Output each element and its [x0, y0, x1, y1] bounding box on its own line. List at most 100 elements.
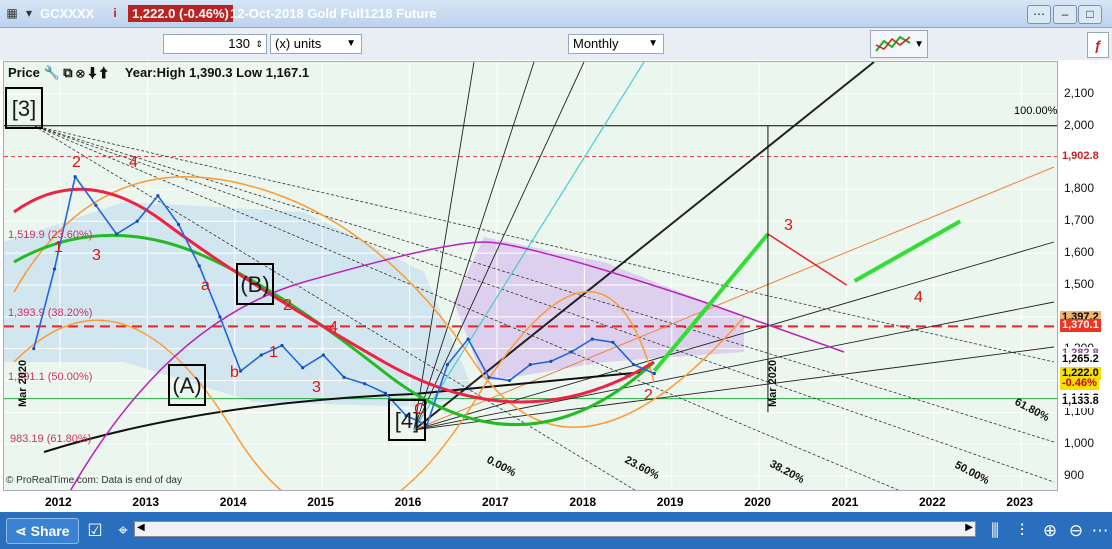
fan-label: 38.20% [768, 458, 807, 486]
price-point [52, 267, 57, 271]
wave-number: 4 [129, 154, 138, 171]
share-label: Share [30, 523, 70, 539]
price-point [383, 391, 388, 395]
x-tick-label: 2015 [307, 495, 334, 509]
price-point [487, 375, 491, 379]
horizontal-scrollbar[interactable]: ◀ ▶ [134, 521, 976, 537]
fib-label: 1,519.9 (23.60%) [8, 229, 92, 241]
projection-arrow-up [853, 219, 962, 283]
fib-label: 983.19 (61.80%) [10, 433, 91, 445]
legend-summary: Year:High 1,390.3 Low 1,167.1 [124, 65, 310, 80]
x-tick-label: 2017 [482, 495, 509, 509]
price-point [611, 340, 615, 344]
projection-arrow-down [767, 233, 848, 286]
more-icon[interactable]: ⋯ [1090, 521, 1110, 541]
fib-label: 1,393.9 (38.20%) [8, 307, 92, 319]
price-point [135, 219, 139, 223]
wave-number: 2 [72, 154, 81, 171]
wave-number: b [230, 364, 239, 381]
interval-value: Monthly [573, 36, 619, 51]
price-point [507, 378, 512, 383]
periods-input[interactable]: 130 ⇕ [163, 34, 267, 54]
chart-style-icon [875, 35, 911, 52]
chart-area[interactable]: [3] [4] (B) (A) 2 4 1 3 a b 2 4 1 3 C 3 4 2 1,519.9 (23.60… [3, 61, 1058, 491]
chart-style-button[interactable]: ▼ [870, 30, 928, 58]
chart-legend: Price 🔧 ⧉ ⊗ ⬇ ⬆ Year:High 1,390.3 Low 1,… [8, 65, 309, 81]
y-tick-label: 1,700 [1064, 213, 1095, 228]
window-titlebar: ▦ ▾ GCXXXX i 1,222.0 (-0.46%) 12-Oct-201… [0, 0, 1112, 28]
price-point [197, 264, 201, 268]
maximize-icon[interactable]: □ [1078, 5, 1102, 24]
y-tick-label: 2,000 [1064, 117, 1095, 132]
x-tick-label: 2012 [45, 495, 72, 509]
price-tag: 1,902.8 [1060, 149, 1101, 163]
x-tick-label: 2023 [1006, 495, 1034, 509]
cursor-icon[interactable]: ⌖ [113, 521, 133, 541]
price-tag: 1,370.1 [1060, 319, 1101, 333]
wave-number: 1 [54, 239, 63, 256]
y-tick-label: 1,500 [1064, 276, 1095, 291]
scroll-left-icon[interactable]: ◀ [137, 522, 145, 533]
price-point [176, 222, 181, 227]
price-point [528, 362, 532, 367]
date-marker-label: Mar 2020 [17, 360, 29, 407]
price-point [259, 353, 263, 357]
price-point [280, 343, 284, 348]
legend-tools-icons[interactable]: 🔧 ⧉ ⊗ ⬇ ⬆ [43, 65, 121, 81]
wave-number: C [414, 401, 426, 418]
info-icon[interactable]: i [108, 6, 122, 20]
price-chart[interactable]: [3][4](B)(A)2 41 3ab2413C3421,519.9 (23.60… [4, 62, 1058, 491]
scroll-right-icon[interactable]: ▶ [965, 522, 973, 533]
wave-label: (B) [240, 272, 269, 297]
bars-icon[interactable]: ⫼ [985, 521, 1005, 541]
fan-label: 61.80% [1013, 396, 1052, 424]
price-point [342, 375, 346, 379]
wave-number: 2 [283, 297, 292, 314]
price-point [363, 382, 367, 386]
price-point [239, 369, 243, 373]
share-button[interactable]: ⋖ Share [6, 518, 79, 544]
zoom-out-icon[interactable]: ⊖ [1066, 521, 1086, 541]
x-tick-label: 2022 [919, 495, 946, 509]
price-point [569, 350, 574, 354]
x-tick-label: 2014 [219, 495, 247, 509]
price-tag: 1,265.2 [1060, 352, 1101, 366]
watermark: © ProRealTime.com: Data is end of day [6, 475, 182, 486]
symbol-label: GCXXXX [40, 6, 95, 21]
candles-icon[interactable]: ⫶ [1012, 521, 1032, 541]
chevron-down-icon: ▼ [648, 38, 658, 49]
units-value: (x) units [275, 36, 322, 51]
wave-number: 3 [92, 247, 101, 264]
zoom-in-icon[interactable]: ⊕ [1040, 521, 1060, 541]
wave-number: a [201, 277, 210, 294]
script-icon[interactable]: ƒ [1087, 32, 1109, 58]
grid-icon[interactable]: ▦ [5, 6, 19, 20]
price-tag: 1,133.8 [1060, 394, 1101, 408]
spinner-icon[interactable]: ⇕ [255, 35, 263, 53]
fan-label: 23.60% [623, 454, 662, 482]
price-point [301, 366, 305, 370]
price-point [632, 362, 636, 367]
price-tag: -0.46% [1060, 376, 1099, 390]
x-tick-label: 2021 [831, 495, 859, 509]
price-point [73, 175, 77, 179]
legend-label: Price [8, 65, 40, 80]
units-select[interactable]: (x) units ▼ [270, 34, 362, 54]
menu-icon[interactable]: ⋯ [1027, 5, 1051, 24]
price-point [549, 359, 553, 364]
wave-number: 3 [312, 379, 321, 396]
price-point [32, 347, 36, 351]
chevron-down-icon[interactable]: ▾ [22, 6, 36, 20]
checklist-icon[interactable]: ☑ [85, 521, 105, 541]
minimize-icon[interactable]: – [1053, 5, 1077, 24]
chevron-down-icon: ▼ [914, 39, 924, 50]
price-point [652, 371, 656, 376]
wave-label: [3] [12, 96, 36, 121]
price-point [321, 353, 325, 357]
wave-number: 4 [914, 289, 923, 306]
chevron-down-icon: ▼ [346, 38, 356, 49]
y-tick-label: 1,800 [1064, 181, 1095, 196]
x-tick-label: 2016 [394, 495, 422, 509]
interval-select[interactable]: Monthly ▼ [568, 34, 664, 54]
y-tick-label: 1,600 [1064, 245, 1095, 260]
